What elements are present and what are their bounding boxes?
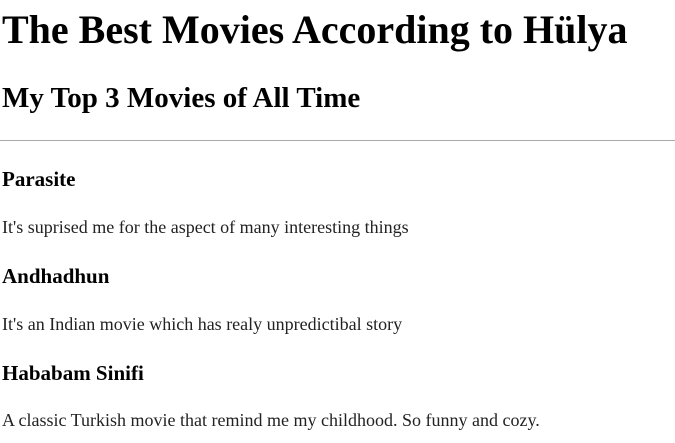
movie-title-parasite: Parasite [2, 167, 76, 191]
movie-description-parasite: It's suprised me for the aspect of many … [2, 217, 409, 237]
movie-description-andhadhun: It's an Indian movie which has realy unp… [2, 314, 403, 334]
page: The Best Movies According to Hülya My To… [0, 0, 675, 443]
movie-title-andhadhun: Andhadhun [2, 264, 110, 288]
page-subtitle: My Top 3 Movies of All Time [2, 82, 361, 114]
movie-description-hababam-sinifi: A classic Turkish movie that remind me m… [2, 410, 540, 430]
page-title: The Best Movies According to Hülya [2, 7, 628, 52]
divider [0, 140, 675, 141]
movie-title-hababam-sinifi: Hababam Sinifi [2, 361, 144, 385]
